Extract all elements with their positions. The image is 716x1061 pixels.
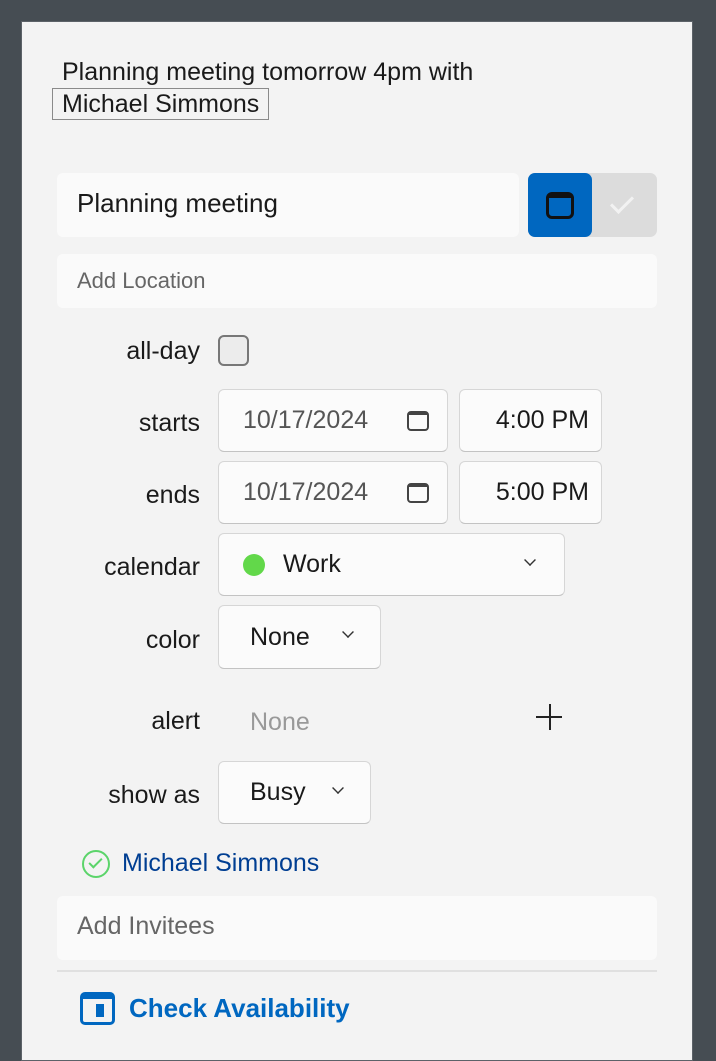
end-date-picker[interactable]: 10/17/2024 [218, 461, 448, 524]
calendar-grid-icon [407, 482, 429, 503]
location-field[interactable]: Add Location [57, 254, 657, 308]
calendar-icon [546, 192, 574, 219]
event-mode-button[interactable] [528, 173, 592, 237]
show-as-dropdown[interactable]: Busy [218, 761, 371, 824]
event-editor-panel: Planning meeting tomorrow 4pm with Micha… [21, 21, 693, 1061]
natural-language-input[interactable]: Planning meeting tomorrow 4pm with Micha… [52, 56, 474, 120]
invitees-field[interactable]: Add Invitees [57, 896, 657, 960]
calendar-label: calendar [104, 553, 200, 581]
start-time-picker[interactable]: 4:00 PM [459, 389, 602, 452]
calendar-grid-icon [407, 410, 429, 431]
show-as-label: show as [108, 781, 200, 809]
end-time-picker[interactable]: 5:00 PM [459, 461, 602, 524]
ends-label: ends [145, 481, 200, 509]
invitee-row[interactable]: Michael Simmons [82, 849, 319, 878]
task-mode-button[interactable] [592, 173, 657, 237]
all-day-checkbox[interactable] [218, 335, 249, 366]
chevron-down-icon [342, 626, 354, 638]
availability-calendar-icon [80, 992, 115, 1025]
check-availability-button[interactable]: Check Availability [80, 992, 350, 1025]
calendar-value: Work [283, 550, 341, 578]
color-value: None [250, 622, 310, 651]
alert-label: alert [151, 707, 200, 735]
add-alert-button[interactable] [536, 704, 564, 732]
chevron-down-icon [332, 782, 344, 794]
alert-value: None [250, 708, 310, 736]
end-date-value: 10/17/2024 [243, 478, 369, 506]
checkmark-icon [609, 189, 635, 215]
invitee-name: Michael Simmons [122, 849, 320, 877]
chevron-down-icon [524, 554, 536, 566]
color-dropdown[interactable]: None [218, 605, 381, 669]
all-day-label: all-day [126, 337, 200, 365]
accepted-check-icon [82, 849, 110, 878]
calendar-color-dot [243, 553, 265, 576]
show-as-value: Busy [250, 778, 306, 806]
calendar-dropdown[interactable]: Work [218, 533, 565, 596]
plus-icon-bar [536, 716, 562, 718]
starts-label: starts [138, 409, 200, 437]
color-label: color [145, 626, 200, 654]
nl-text: Planning meeting tomorrow 4pm with [62, 58, 474, 86]
divider [57, 970, 657, 972]
start-date-picker[interactable]: 10/17/2024 [218, 389, 448, 452]
check-availability-label: Check Availability [129, 993, 350, 1023]
title-field[interactable]: Planning meeting [57, 173, 519, 237]
start-date-value: 10/17/2024 [243, 406, 369, 434]
mode-toggle [528, 173, 657, 237]
person-chip[interactable]: Michael Simmons [52, 88, 270, 120]
